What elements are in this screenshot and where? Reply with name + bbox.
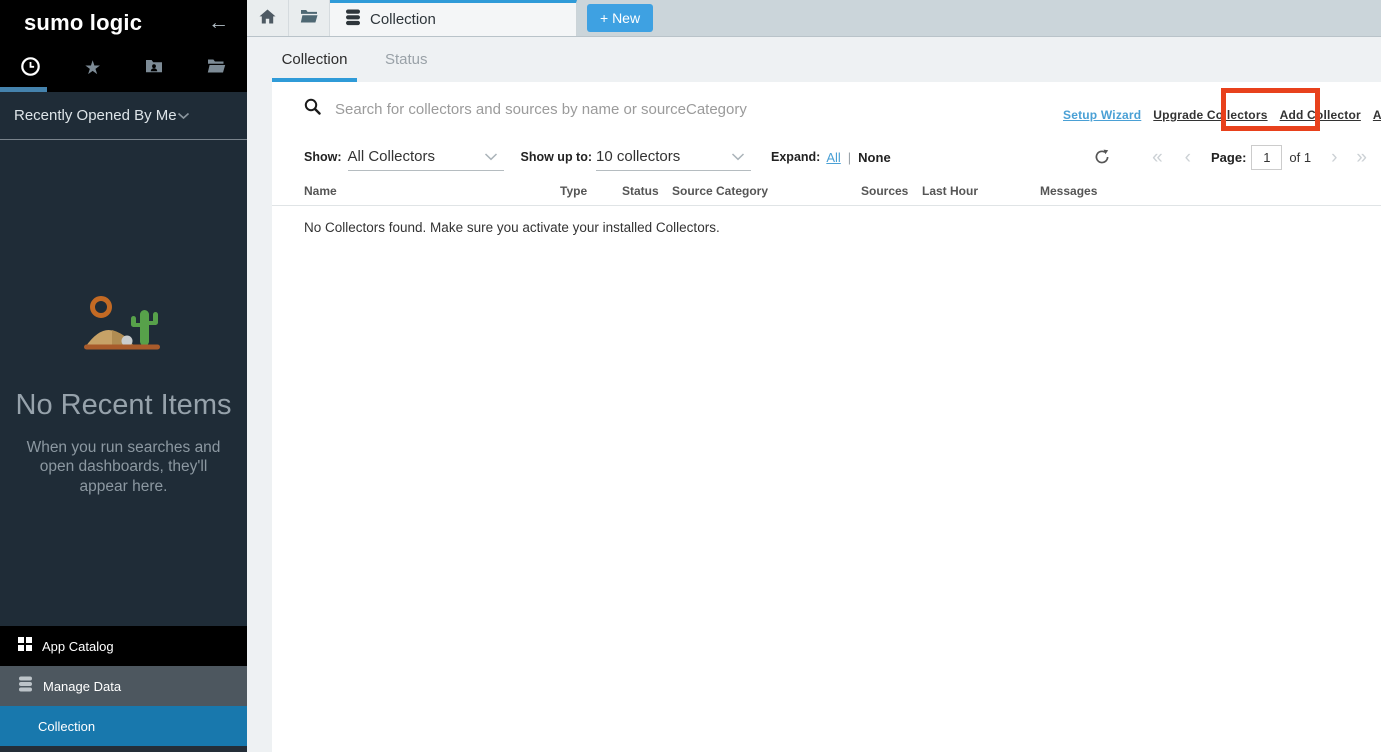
page-label: Page: bbox=[1211, 150, 1246, 165]
collection-tab[interactable]: Collection bbox=[330, 0, 577, 36]
recent-scope-label: Recently Opened By Me bbox=[14, 107, 177, 124]
show-up-to-value: 10 collectors bbox=[596, 148, 680, 165]
previous-page-icon[interactable]: ‹ bbox=[1185, 148, 1191, 167]
column-header-sources: Sources bbox=[861, 184, 908, 198]
page-number-input[interactable] bbox=[1251, 145, 1282, 170]
folder-icon bbox=[300, 9, 318, 27]
sumo-logic-logo: sumo logic bbox=[24, 10, 142, 36]
tab-strip-spacer: + New bbox=[577, 0, 1381, 36]
grid-icon bbox=[18, 637, 32, 656]
sidebar-tab-shared-content[interactable] bbox=[124, 45, 186, 92]
database-icon bbox=[18, 676, 33, 697]
chevron-down-icon bbox=[177, 107, 190, 125]
expand-all-link[interactable]: All bbox=[826, 150, 840, 165]
sidebar-tab-favorites[interactable]: ★ bbox=[62, 45, 124, 92]
chevron-down-icon bbox=[484, 153, 498, 161]
content-region: Collection Status Setup Wizard Upgrade C… bbox=[247, 37, 1381, 752]
sidebar-tab-recents[interactable] bbox=[0, 45, 62, 92]
refresh-button[interactable] bbox=[1094, 149, 1110, 165]
main-area: Collection + New Collection Status Setup… bbox=[247, 0, 1381, 752]
expand-label: Expand: bbox=[771, 150, 820, 164]
sidebar-icon-nav: ★ bbox=[0, 45, 247, 92]
add-collector-link[interactable]: Add Collector bbox=[1280, 108, 1361, 122]
refresh-icon bbox=[1094, 149, 1110, 165]
shared-folder-icon bbox=[145, 58, 163, 79]
collectors-table-header: Name Type Status Source Category Sources… bbox=[272, 180, 1381, 206]
first-page-icon[interactable]: « bbox=[1152, 148, 1163, 167]
sidebar-item-app-catalog[interactable]: App Catalog bbox=[0, 626, 247, 666]
desert-illustration bbox=[64, 290, 184, 365]
show-up-to-dropdown[interactable]: 10 collectors bbox=[596, 143, 751, 171]
page-tabs: Collection Status bbox=[247, 37, 1381, 82]
sidebar-item-label: Collection bbox=[38, 719, 95, 734]
show-dropdown-value: All Collectors bbox=[348, 148, 436, 165]
expand-none-link[interactable]: None bbox=[858, 150, 891, 165]
show-label: Show: bbox=[304, 150, 342, 164]
sidebar-item-label: App Catalog bbox=[42, 639, 114, 654]
upgrade-collectors-link[interactable]: Upgrade Collectors bbox=[1153, 108, 1267, 122]
search-row: Setup Wizard Upgrade Collectors Add Coll… bbox=[272, 82, 1381, 136]
home-button[interactable] bbox=[247, 0, 289, 36]
sidebar-item-label: Manage Data bbox=[43, 679, 121, 694]
tab-collection[interactable]: Collection bbox=[272, 37, 357, 82]
column-header-type: Type bbox=[560, 184, 587, 198]
tab-status[interactable]: Status bbox=[385, 37, 428, 82]
last-page-icon[interactable]: » bbox=[1356, 148, 1367, 167]
app-window: sumo logic ← ★ bbox=[0, 0, 1381, 752]
show-dropdown[interactable]: All Collectors bbox=[348, 143, 504, 171]
open-folder-icon bbox=[207, 58, 226, 79]
setup-wizard-link[interactable]: Setup Wizard bbox=[1063, 108, 1141, 122]
column-header-last-hour: Last Hour bbox=[922, 184, 978, 198]
page-count-label: of 1 bbox=[1289, 150, 1311, 165]
pagination: « ‹ Page: of 1 › » bbox=[1094, 145, 1371, 170]
sidebar-item-collection[interactable]: Collection bbox=[0, 706, 247, 746]
search-icon bbox=[304, 98, 321, 120]
column-header-source-category: Source Category bbox=[672, 184, 768, 198]
home-icon bbox=[259, 9, 276, 27]
top-tab-strip: Collection + New bbox=[247, 0, 1381, 37]
no-recent-items-title: No Recent Items bbox=[16, 389, 232, 422]
chevron-down-icon bbox=[731, 153, 745, 161]
sidebar-header: sumo logic ← bbox=[0, 0, 247, 45]
search-input[interactable] bbox=[335, 101, 835, 118]
new-button[interactable]: + New bbox=[587, 4, 653, 32]
column-header-name: Name bbox=[304, 184, 337, 198]
active-tab-indicator bbox=[0, 87, 47, 92]
show-up-to-label: Show up to: bbox=[521, 150, 593, 164]
sidebar-empty-state: No Recent Items When you run searches an… bbox=[0, 140, 247, 626]
tab-title: Collection bbox=[370, 11, 436, 28]
no-collectors-message: No Collectors found. Make sure you activ… bbox=[304, 220, 1381, 235]
sidebar-tab-library[interactable] bbox=[185, 45, 247, 92]
star-icon: ★ bbox=[84, 59, 101, 78]
sidebar: sumo logic ← ★ bbox=[0, 0, 247, 752]
sidebar-item-manage-data[interactable]: Manage Data bbox=[0, 666, 247, 706]
clock-icon bbox=[20, 56, 41, 82]
toolbar-links: Setup Wizard Upgrade Collectors Add Coll… bbox=[1063, 108, 1381, 122]
no-recent-items-description: When you run searches and open dashboard… bbox=[17, 438, 231, 496]
column-header-status: Status bbox=[622, 184, 659, 198]
filter-row: Show: All Collectors Show up to: 10 coll… bbox=[272, 142, 1381, 172]
collection-panel: Setup Wizard Upgrade Collectors Add Coll… bbox=[272, 82, 1381, 752]
access-keys-link[interactable]: Access Keys bbox=[1373, 108, 1381, 122]
collapse-sidebar-icon[interactable]: ← bbox=[208, 12, 229, 33]
library-button[interactable] bbox=[289, 0, 330, 36]
database-icon bbox=[345, 9, 361, 31]
column-header-messages: Messages bbox=[1040, 184, 1097, 198]
sidebar-bottom-strip bbox=[0, 746, 247, 752]
next-page-icon[interactable]: › bbox=[1331, 148, 1337, 167]
expand-separator: | bbox=[848, 150, 851, 165]
recent-scope-dropdown[interactable]: Recently Opened By Me bbox=[0, 92, 247, 140]
